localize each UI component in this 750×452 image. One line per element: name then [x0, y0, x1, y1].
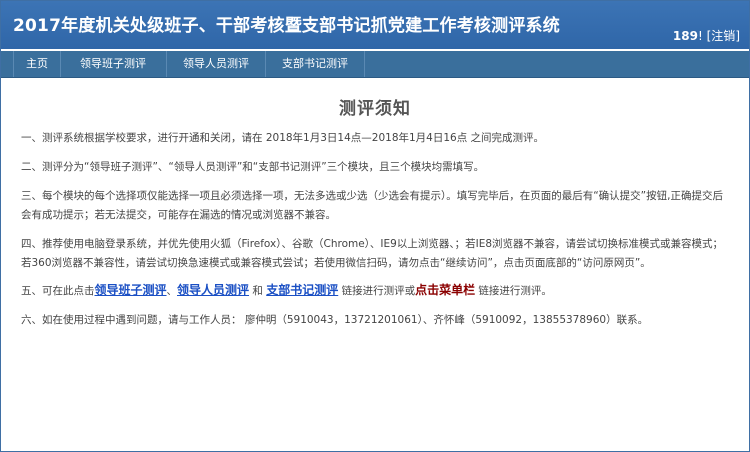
- notice-item-4: 四、推荐使用电脑登录系统，并优先使用火狐（Firefox）、谷歌（Chrome）…: [21, 238, 724, 269]
- notice-title: 测评须知: [339, 99, 411, 119]
- user-box: 189! [注销]: [673, 27, 740, 44]
- secretary-evaluation-link[interactable]: 支部书记测评: [266, 283, 338, 297]
- app-window: 2017年度机关处级班子、干部考核暨支部书记抓党建工作考核测评系统 189! […: [0, 0, 750, 452]
- user-bracket-close: ]: [735, 29, 740, 43]
- logout-link[interactable]: 注销: [711, 29, 735, 43]
- app-header: 2017年度机关处级班子、干部考核暨支部书记抓党建工作考核测评系统 189! […: [1, 1, 749, 49]
- team-evaluation-link[interactable]: 领导班子测评: [95, 283, 167, 297]
- user-id: 189: [672, 29, 698, 43]
- user-bracket-open: ! [: [697, 29, 712, 43]
- main-nav: 主页 领导班子测评 领导人员测评 支部书记测评: [1, 51, 749, 78]
- notice-item-2: 二、测评分为“领导班子测评”、“领导人员测评”和“支部书记测评”三个模块，且三个…: [21, 161, 485, 173]
- nav-home[interactable]: 主页: [13, 51, 61, 77]
- notice-item-5: 五、可在此点击领导班子测评、领导人员测评 和 支部书记测评 链接进行测评或点击菜…: [21, 281, 733, 301]
- nav-secretary-evaluation[interactable]: 支部书记测评: [266, 51, 365, 77]
- notice-item-5-sep1: 、: [166, 285, 178, 297]
- notice-item-5-suffix: 链接进行测评。: [475, 285, 552, 297]
- notice-item-6: 六、如在使用过程中遇到问题，请与工作人员： 廖仲明（5910043，137212…: [21, 314, 649, 326]
- leader-evaluation-link[interactable]: 领导人员测评: [177, 283, 249, 297]
- notice-item-1: 一、测评系统根据学校要求，进行开通和关闭，请在 2018年1月3日14点—201…: [21, 132, 545, 144]
- nav-team-evaluation[interactable]: 领导班子测评: [60, 51, 167, 77]
- menu-bar-link[interactable]: 点击菜单栏: [415, 283, 475, 297]
- notice-item-3: 三、每个模块的每个选择项仅能选择一项且必须选择一项，无法多选或少选（少选会有提示…: [21, 190, 723, 221]
- notice-item-5-mid: 链接进行测评或: [338, 285, 416, 297]
- nav-leader-evaluation[interactable]: 领导人员测评: [167, 51, 266, 77]
- notice-item-5-prefix: 五、可在此点击: [21, 285, 95, 297]
- system-title: 2017年度机关处级班子、干部考核暨支部书记抓党建工作考核测评系统: [13, 16, 560, 36]
- notice-item-5-sep2: 和: [249, 285, 267, 297]
